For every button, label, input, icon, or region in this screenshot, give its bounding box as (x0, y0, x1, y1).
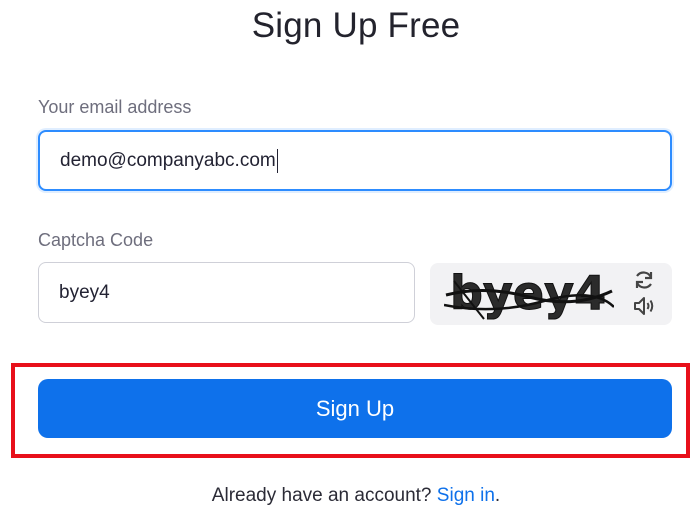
sign-in-link[interactable]: Sign in (437, 485, 495, 506)
email-label: Your email address (38, 97, 192, 117)
sign-in-prompt: Already have an account? Sign in. (0, 485, 690, 507)
captcha-box: byey4 (430, 263, 672, 325)
text-caret (276, 148, 278, 173)
refresh-icon[interactable] (631, 268, 657, 292)
email-value: demo@companyabc.com (60, 149, 276, 171)
captcha-image: byey4 (444, 267, 614, 321)
sign-up-button[interactable]: Sign Up (38, 379, 672, 438)
sign-up-button-label: Sign Up (315, 395, 395, 421)
captcha-label: Captcha Code (38, 230, 154, 250)
page-title: Sign Up Free (251, 6, 461, 45)
sign-in-prompt-text: Already have an account? (211, 485, 437, 506)
sign-in-prompt-suffix: . (494, 485, 501, 506)
captcha-value: byey4 (59, 281, 110, 303)
captcha-field[interactable]: byey4 (38, 262, 415, 323)
speaker-icon[interactable] (631, 294, 657, 318)
captcha-image-text: byey4 (450, 267, 606, 320)
email-field[interactable]: demo@companyabc.com (38, 130, 672, 191)
